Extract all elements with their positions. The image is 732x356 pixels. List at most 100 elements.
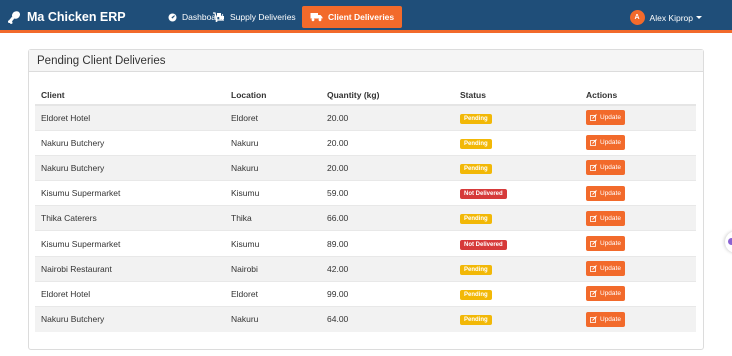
edit-icon <box>590 315 597 323</box>
update-button-label: Update <box>600 315 621 323</box>
brand[interactable]: Ma Chicken ERP <box>7 9 126 25</box>
avatar: A <box>629 10 645 25</box>
cell-location: Kisumu <box>225 230 321 257</box>
cell-location: Nairobi <box>225 255 321 282</box>
cell-status: Not Delivered <box>454 180 580 206</box>
dolly-icon <box>213 12 224 22</box>
drumstick-icon <box>8 11 21 24</box>
edit-icon <box>590 265 597 273</box>
cell-status: Pending <box>454 280 580 307</box>
cell-client: Eldoret Hotel <box>35 104 225 131</box>
update-button[interactable]: Update <box>586 135 625 151</box>
cell-quantity: 20.00 <box>321 104 454 131</box>
cell-client: Kisumu Supermarket <box>35 180 225 206</box>
status-badge: Pending <box>460 289 492 300</box>
update-button[interactable]: Update <box>586 286 625 302</box>
cell-location: Nakuru <box>225 129 321 156</box>
cell-location: Eldoret <box>225 280 321 307</box>
brand-name: Ma Chicken ERP <box>27 10 126 24</box>
table-row: Nakuru Butchery Nakuru 20.00 Pending Update <box>35 154 696 181</box>
side-widget-handle[interactable] <box>725 231 732 253</box>
cell-actions: Update <box>580 280 696 307</box>
cell-client: Thika Caterers <box>35 205 225 231</box>
update-button-label: Update <box>600 139 621 147</box>
cell-quantity: 99.00 <box>321 280 454 307</box>
cell-quantity: 59.00 <box>321 180 454 206</box>
cell-client: Nakuru Butchery <box>35 154 225 181</box>
status-badge: Pending <box>460 113 492 124</box>
column-header-client: Client <box>35 86 225 106</box>
pending-deliveries-panel: Pending Client Deliveries Client Locatio… <box>28 49 704 350</box>
caret-down-icon <box>696 16 702 19</box>
nav-supply-deliveries-label: Supply Deliveries <box>230 12 296 22</box>
cell-status: Pending <box>454 305 580 332</box>
cell-location: Kisumu <box>225 180 321 206</box>
panel-title: Pending Client Deliveries <box>29 50 703 72</box>
update-button-label: Update <box>600 290 621 298</box>
cell-quantity: 66.00 <box>321 205 454 231</box>
cell-actions: Update <box>580 129 696 156</box>
table-row: Eldoret Hotel Eldoret 99.00 Pending Update <box>35 280 696 307</box>
table-row: Nakuru Butchery Nakuru 64.00 Pending Update <box>35 305 696 332</box>
cell-status: Pending <box>454 129 580 156</box>
edit-icon <box>590 189 597 197</box>
table-row: Kisumu Supermarket Kisumu 89.00 Not Deliver… <box>35 230 696 257</box>
user-menu[interactable]: A Alex Kiprop <box>629 9 702 26</box>
user-name: Alex Kiprop <box>649 12 693 23</box>
update-button[interactable]: Update <box>586 311 625 327</box>
deliveries-table: Client Location Quantity (kg) Status Act… <box>35 86 696 332</box>
update-button-label: Update <box>600 114 621 122</box>
update-button[interactable]: Update <box>586 236 625 252</box>
cell-actions: Update <box>580 255 696 282</box>
table-row: Eldoret Hotel Eldoret 20.00 Pending Update <box>35 104 696 131</box>
cell-location: Thika <box>225 205 321 231</box>
status-badge: Pending <box>460 214 492 225</box>
dashboard-gauge-icon <box>168 13 177 21</box>
nav-supply-deliveries[interactable]: Supply Deliveries <box>204 6 304 28</box>
update-button[interactable]: Update <box>586 261 625 277</box>
update-button[interactable]: Update <box>586 160 625 176</box>
edit-icon <box>590 290 597 298</box>
cell-client: Nairobi Restaurant <box>35 255 225 282</box>
cell-actions: Update <box>580 180 696 206</box>
side-widget-dot-icon <box>728 238 732 245</box>
cell-status: Pending <box>454 255 580 282</box>
edit-icon <box>590 240 597 247</box>
status-badge: Pending <box>460 264 492 275</box>
update-button-label: Update <box>600 189 621 197</box>
update-button-label: Update <box>600 214 621 222</box>
cell-location: Eldoret <box>225 104 321 131</box>
cell-actions: Update <box>580 305 696 332</box>
cell-actions: Update <box>580 154 696 181</box>
cell-status: Pending <box>454 154 580 181</box>
cell-client: Kisumu Supermarket <box>35 230 225 257</box>
top-navbar: Ma Chicken ERP Dashboard Supply Deliveri… <box>0 0 732 33</box>
cell-client: Nakuru Butchery <box>35 305 225 332</box>
column-header-status: Status <box>454 86 580 106</box>
cell-actions: Update <box>580 230 696 257</box>
table-row: Nairobi Restaurant Nairobi 42.00 Pending Upd… <box>35 255 696 282</box>
edit-icon <box>590 114 597 122</box>
cell-status: Pending <box>454 104 580 131</box>
cell-actions: Update <box>580 104 696 131</box>
table-row: Kisumu Supermarket Kisumu 59.00 Not Deliver… <box>35 180 696 206</box>
cell-status: Not Delivered <box>454 230 580 257</box>
cell-quantity: 20.00 <box>321 154 454 181</box>
update-button[interactable]: Update <box>586 210 625 226</box>
edit-icon <box>590 164 597 172</box>
cell-client: Nakuru Butchery <box>35 129 225 156</box>
cell-quantity: 42.00 <box>321 255 454 282</box>
table-row: Thika Caterers Thika 66.00 Pending Update <box>35 205 696 231</box>
cell-quantity: 89.00 <box>321 230 454 257</box>
status-badge: Not Delivered <box>460 189 507 200</box>
cell-actions: Update <box>580 205 696 231</box>
nav-client-deliveries[interactable]: Client Deliveries <box>302 6 403 28</box>
update-button[interactable]: Update <box>586 185 625 201</box>
nav-client-deliveries-label: Client Deliveries <box>328 12 395 22</box>
status-badge: Pending <box>460 138 492 149</box>
edit-icon <box>590 139 597 147</box>
update-button-label: Update <box>600 265 621 273</box>
cell-quantity: 64.00 <box>321 305 454 332</box>
update-button[interactable]: Update <box>586 110 625 126</box>
table-header-row: Client Location Quantity (kg) Status Act… <box>35 86 696 106</box>
